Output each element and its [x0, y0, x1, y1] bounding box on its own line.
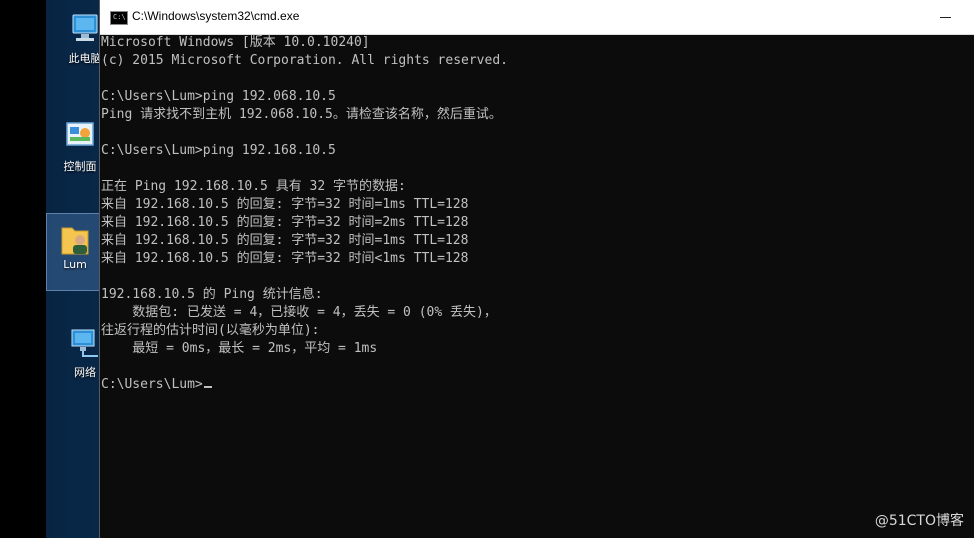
desktop-icon-user-folder[interactable]: Lum [46, 213, 104, 291]
console-line: Microsoft Windows [版本 10.0.10240] [101, 35, 370, 50]
console-line: 来自 192.168.10.5 的回复: 字节=32 时间=2ms TTL=12… [101, 215, 469, 230]
window-title: C:\Windows\system32\cmd.exe [132, 9, 300, 23]
minimize-button[interactable] [931, 0, 961, 34]
console-line: 正在 Ping 192.168.10.5 具有 32 字节的数据: [101, 179, 406, 194]
console-line: 192.168.10.5 的 Ping 统计信息: [101, 287, 323, 302]
console-prompt: C:\Users\Lum> [101, 377, 203, 392]
user-folder-icon [58, 220, 92, 255]
title-bar[interactable]: C:\ C:\Windows\system32\cmd.exe [100, 0, 974, 35]
cmd-window[interactable]: C:\ C:\Windows\system32\cmd.exe Microsof… [99, 0, 974, 538]
console-line: 数据包: 已发送 = 4，已接收 = 4，丢失 = 0 (0% 丢失)， [101, 305, 497, 320]
console-line: 来自 192.168.10.5 的回复: 字节=32 时间=1ms TTL=12… [101, 197, 469, 212]
control-panel-icon [63, 120, 97, 154]
console-line: 最短 = 0ms，最长 = 2ms，平均 = 1ms [101, 341, 378, 356]
console-line: 来自 192.168.10.5 的回复: 字节=32 时间=1ms TTL=12… [101, 233, 469, 248]
console-line: C:\Users\Lum>ping 192.068.10.5 [101, 89, 336, 104]
watermark: @51CTO博客 [874, 513, 964, 529]
text-cursor [203, 386, 212, 388]
desktop-icon-label: Lum [63, 258, 87, 271]
cmd-app-icon-text: C:\ [113, 13, 126, 21]
console-line: (c) 2015 Microsoft Corporation. All righ… [101, 53, 508, 68]
console-line: 往返行程的估计时间(以毫秒为单位): [101, 323, 320, 338]
network-icon [68, 326, 102, 360]
cmd-app-icon: C:\ [110, 11, 128, 25]
console-line: C:\Users\Lum>ping 192.168.10.5 [101, 143, 336, 158]
console-line: 来自 192.168.10.5 的回复: 字节=32 时间<1ms TTL=12… [101, 251, 469, 266]
console-line: Ping 请求找不到主机 192.068.10.5。请检查该名称，然后重试。 [101, 107, 502, 122]
console-output[interactable]: Microsoft Windows [版本 10.0.10240] (c) 201… [101, 34, 974, 538]
console-prompt-line[interactable]: C:\Users\Lum> [101, 376, 974, 394]
desktop-left-strip [0, 0, 46, 538]
computer-icon [68, 12, 102, 46]
